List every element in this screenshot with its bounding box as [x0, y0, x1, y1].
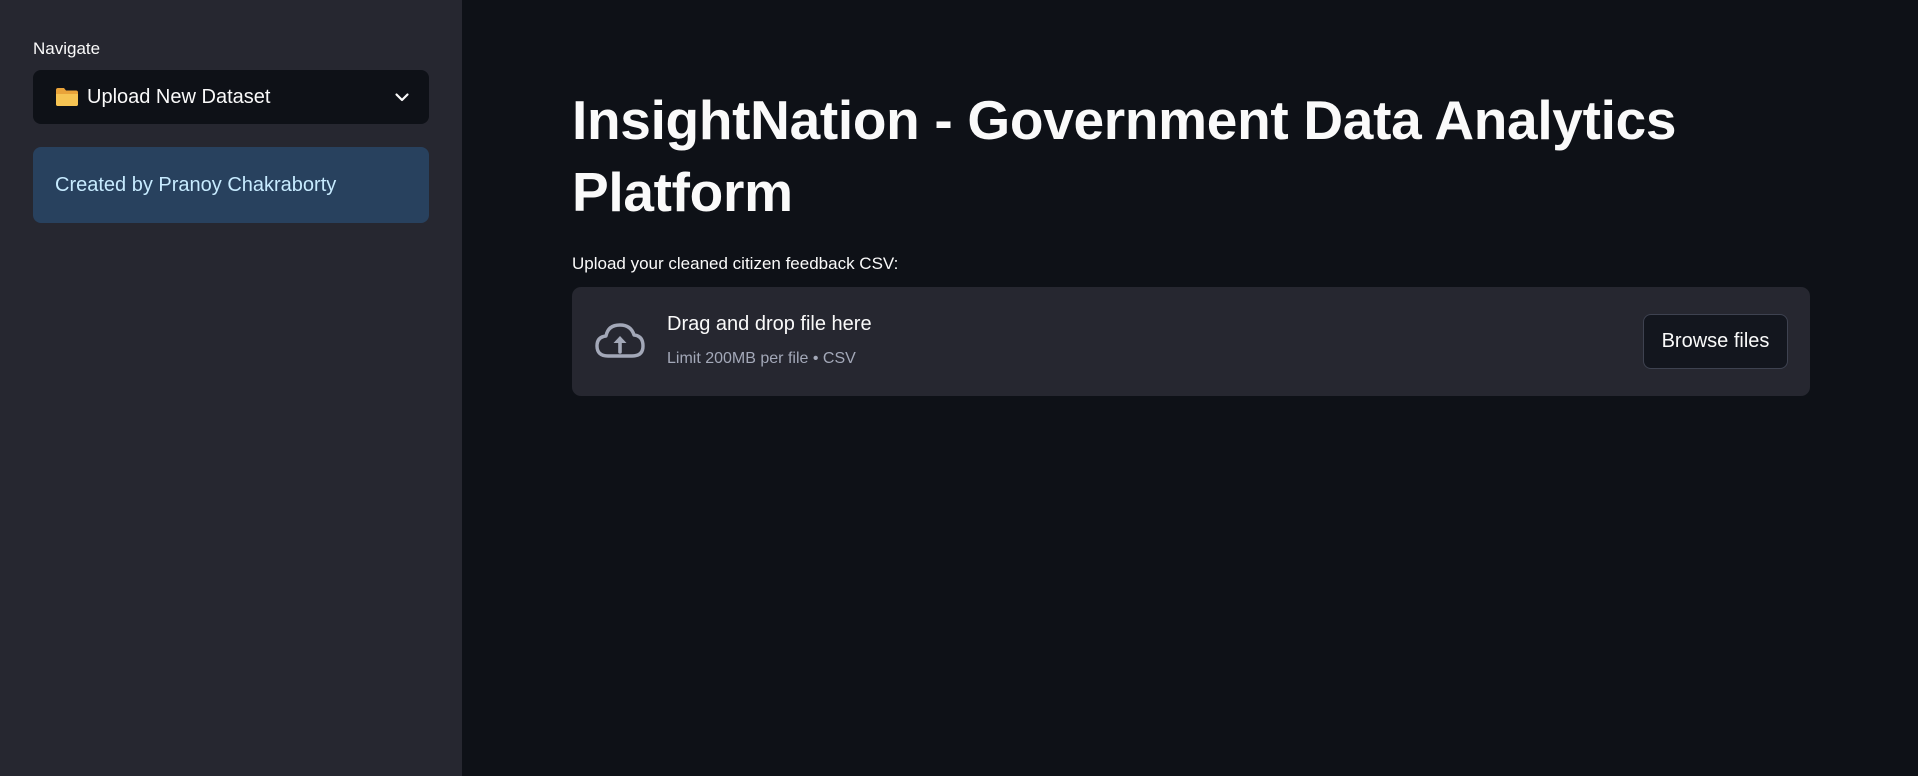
- main-content: InsightNation - Government Data Analytic…: [462, 0, 1918, 776]
- sidebar: Navigate Upload New Dataset Created by P…: [0, 0, 462, 776]
- credit-info-box: Created by Pranoy Chakraborty: [33, 147, 429, 223]
- dropzone-primary-text: Drag and drop file here: [667, 313, 872, 335]
- chevron-down-icon: [395, 93, 409, 102]
- navigate-select[interactable]: Upload New Dataset: [33, 70, 429, 124]
- navigate-label: Navigate: [33, 39, 101, 58]
- browse-files-button[interactable]: Browse files: [1643, 314, 1788, 369]
- cloud-upload-icon: [595, 323, 645, 358]
- credit-text: Created by Pranoy Chakraborty: [55, 173, 337, 196]
- file-dropzone[interactable]: Drag and drop file here Limit 200MB per …: [572, 287, 1810, 396]
- app-root: Navigate Upload New Dataset Created by P…: [0, 0, 1918, 776]
- folder-icon: [56, 88, 78, 106]
- upload-label: Upload your cleaned citizen feedback CSV…: [572, 254, 899, 273]
- page-title: InsightNation - Government Data Analytic…: [572, 89, 1677, 223]
- navigate-select-value: Upload New Dataset: [87, 85, 271, 108]
- dropzone-limit-text: Limit 200MB per file • CSV: [667, 350, 856, 367]
